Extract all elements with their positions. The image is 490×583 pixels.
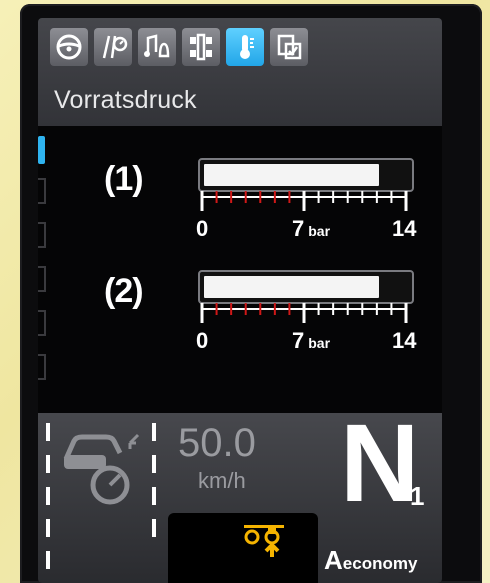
lane-dash: [152, 455, 156, 473]
circuit-label: (2): [104, 272, 144, 310]
tab-road-speed[interactable]: [94, 28, 132, 66]
warning-area: [168, 513, 318, 583]
road-speed-icon: [102, 35, 128, 59]
tab-steering[interactable]: [50, 28, 88, 66]
scale-max-label: 14: [392, 216, 417, 241]
tab-checklist[interactable]: [270, 28, 308, 66]
pressure-scale: [200, 191, 408, 211]
music-bell-icon: [144, 34, 170, 58]
gear-indicator: N: [340, 402, 420, 525]
scale-mid-label: 7 bar: [292, 216, 330, 242]
set-speed-unit: km/h: [198, 468, 246, 493]
tab-climate[interactable]: [226, 28, 264, 66]
mode-text: economy: [342, 554, 418, 573]
trailer-axle-lift-icon: [244, 525, 284, 557]
page-title: Vorratsdruck: [54, 86, 197, 114]
lane-dash: [46, 551, 50, 569]
scale-unit: bar: [308, 335, 331, 351]
scale-max-label: 14: [392, 328, 417, 353]
status-bar: 50.0 km/h N 1 Aeconomy: [38, 409, 442, 583]
scale-mid-label: 7 bar: [292, 328, 330, 354]
checklist-icon: [277, 34, 302, 60]
scale-mid-value: 7: [292, 328, 305, 353]
instrument-display: Vorratsdruck (1) 0 7 bar 14 (2) 0 7 bar 14: [38, 18, 442, 583]
steering-wheel-icon: [56, 34, 82, 60]
pressure-bar: [198, 158, 414, 192]
pressure-bar: [198, 270, 414, 304]
tab-vehicle[interactable]: [182, 28, 220, 66]
cruise-control-car-icon: [63, 433, 140, 505]
pressure-bar-fill: [204, 276, 379, 298]
lane-dash: [46, 423, 50, 441]
lane-dash: [152, 423, 156, 441]
thermometer-icon: [240, 35, 254, 59]
pressure-gauge-2: (2) 0 7 bar 14: [38, 270, 442, 370]
mode-letter: A: [324, 545, 343, 575]
scale-min-label: 0: [196, 216, 209, 241]
menu-header: Vorratsdruck: [38, 18, 442, 126]
pressure-bar-fill: [204, 164, 379, 186]
lane-dash: [46, 519, 50, 537]
axle-config-icon: [190, 33, 212, 61]
lane-dash: [46, 455, 50, 473]
lane-dash: [46, 487, 50, 505]
lane-dash: [152, 487, 156, 505]
set-speed-value: 50.0: [178, 421, 256, 465]
gear-sub-indicator: 1: [410, 481, 425, 511]
pressure-scale: [200, 303, 408, 323]
lane-dash: [152, 519, 156, 537]
pressure-gauge-1: (1) 0 7 bar 14: [38, 158, 442, 258]
tab-audio[interactable]: [138, 28, 176, 66]
scale-unit: bar: [308, 223, 331, 239]
scale-min-label: 0: [196, 328, 209, 353]
transmission-mode: Aeconomy: [324, 545, 417, 576]
scale-mid-value: 7: [292, 216, 305, 241]
circuit-label: (1): [104, 160, 144, 198]
